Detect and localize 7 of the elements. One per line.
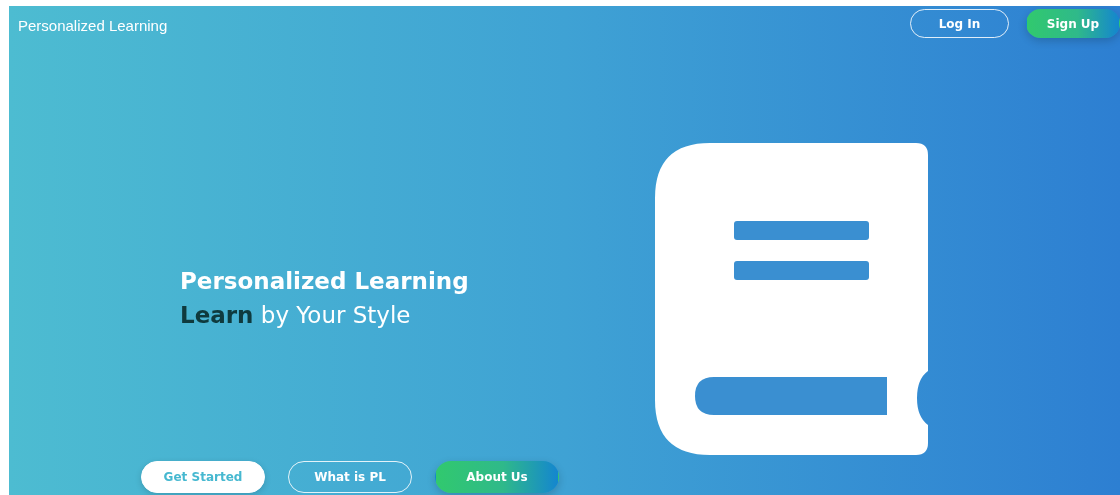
- action-button[interactable]: Get Started: [141, 461, 265, 493]
- signup-button[interactable]: Sign Up: [1026, 9, 1120, 38]
- book-icon: [655, 143, 928, 455]
- hero-subtitle: Learn by Your Style: [180, 302, 412, 328]
- action-button[interactable]: About Us: [435, 461, 559, 493]
- hero-title: Personalized Learning: [180, 268, 470, 294]
- brand-name[interactable]: Personalized Learning: [18, 17, 168, 34]
